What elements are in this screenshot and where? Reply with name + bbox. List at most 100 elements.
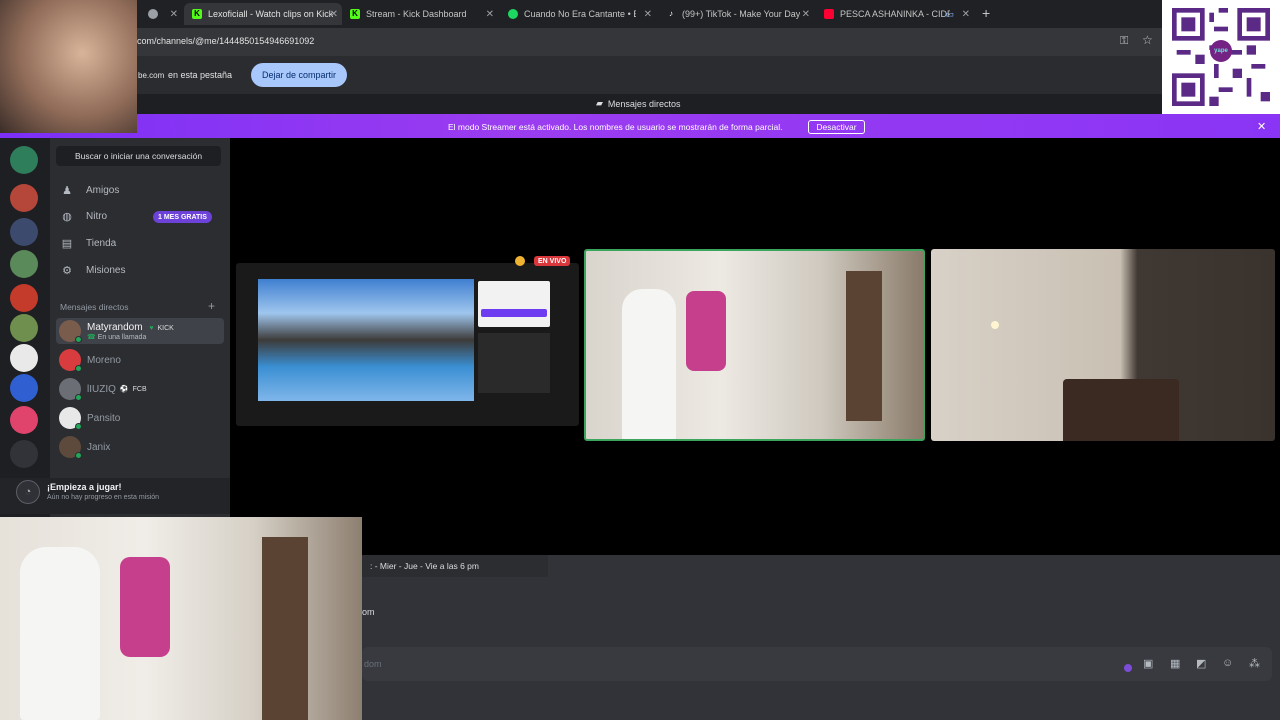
participant-figure: [622, 289, 676, 439]
dm-tag: KICK: [157, 324, 174, 332]
avatar: [59, 378, 82, 401]
light-spot: [991, 321, 999, 329]
message-composer[interactable]: [362, 647, 1272, 681]
dm-section-label: Mensajes directos: [60, 302, 129, 312]
server-icon[interactable]: [10, 146, 38, 174]
nav-label: Tienda: [86, 237, 117, 249]
tab-kick-dashboard[interactable]: K Stream - Kick Dashboard ✕: [342, 3, 498, 25]
kick-icon: K: [192, 9, 202, 19]
tab-close-icon[interactable]: ✕: [170, 9, 178, 20]
composer-placeholder: dom: [364, 659, 382, 669]
bookmark-star-icon[interactable]: ☆: [1142, 33, 1153, 47]
server-icon[interactable]: [10, 406, 38, 434]
new-tab-button[interactable]: +: [982, 5, 990, 21]
add-dm-icon[interactable]: +: [208, 299, 215, 313]
emoji-icon[interactable]: ☺: [1222, 657, 1233, 669]
tab-youtube[interactable]: PESCA ASHANINKA - CIDF ▭ ✕: [816, 3, 974, 25]
dm-item[interactable]: lIUZIQ ⚽ FCB: [56, 376, 224, 402]
password-key-icon[interactable]: ⚿: [1120, 35, 1128, 48]
avatar: [59, 436, 82, 459]
chair-shape: [1063, 379, 1179, 441]
dm-item[interactable]: Pansito: [56, 405, 224, 431]
apps-icon[interactable]: ⁂: [1249, 657, 1260, 670]
share-info-text: en esta pestaña: [168, 70, 233, 80]
quests-icon: ⚙: [62, 264, 72, 277]
streamer-mode-text: El modo Streamer está activado. Los nomb…: [448, 122, 783, 132]
gift-icon[interactable]: ▣: [1143, 657, 1153, 670]
typing-indicator-icon: [1124, 664, 1132, 672]
server-icon[interactable]: [10, 374, 38, 402]
tab-recording[interactable]: ✕: [140, 3, 182, 25]
quest-title: ¡Empieza a jugar!: [47, 482, 122, 492]
tab-title: (99+) TikTok - Make Your Day: [682, 9, 801, 19]
nav-friends[interactable]: ♟ Amigos: [56, 179, 224, 201]
bag-shape: [686, 291, 726, 371]
dm-item[interactable]: Moreno: [56, 347, 224, 373]
server-icon[interactable]: [10, 250, 38, 278]
tab-close-icon[interactable]: ✕: [962, 9, 970, 20]
nitro-free-badge: 1 MES GRATIS: [153, 211, 212, 223]
text-chat-area: [362, 555, 1280, 720]
friends-icon: ♟: [62, 184, 72, 197]
shared-panel-preview: [478, 281, 550, 327]
title-bar-text: Mensajes directos: [607, 98, 681, 109]
nav-quests[interactable]: ⚙ Misiones: [56, 259, 224, 281]
tab-title: PESCA ASHANINKA - CIDF: [840, 9, 950, 19]
close-icon[interactable]: ✕: [1257, 120, 1266, 133]
dm-item[interactable]: Matyrandom ♥ KICK ☎ En una llamada: [56, 318, 224, 344]
title-bar-label: ▰ Mensajes directos: [596, 98, 680, 109]
sticker-icon[interactable]: ◩: [1196, 657, 1206, 670]
participant-video[interactable]: [931, 249, 1275, 441]
nav-label: Amigos: [86, 184, 120, 196]
tab-spotify[interactable]: Cuando No Era Cantante • El B ✕: [500, 3, 656, 25]
search-conversation-button[interactable]: Buscar o iniciar una conversación: [56, 146, 221, 166]
live-badge: EN VIVO: [534, 256, 571, 266]
quest-progress-icon: ◔: [16, 480, 40, 504]
message-text: : - Mier - Jue - Vie a las 6 pm: [362, 555, 548, 577]
server-icon[interactable]: [10, 284, 38, 312]
kick-badge-icon: ♥: [149, 324, 154, 332]
tab-close-icon[interactable]: ✕: [330, 9, 338, 20]
server-icon[interactable]: [10, 314, 38, 342]
tab-tiktok[interactable]: ♪ (99+) TikTok - Make Your Day ✕: [658, 3, 814, 25]
tiktok-icon: ♪: [669, 9, 673, 18]
deactivate-streamer-button[interactable]: Desactivar: [808, 120, 865, 134]
fcb-badge-icon: ⚽: [119, 386, 129, 393]
tab-title: Cuando No Era Cantante • El B: [524, 9, 636, 19]
dm-name: Janix: [87, 441, 111, 453]
dm-name: Pansito: [87, 412, 121, 424]
screen-share-tile[interactable]: [236, 263, 579, 426]
server-icon[interactable]: [10, 218, 38, 246]
share-domain-text: be.com: [138, 71, 165, 80]
discord-icon: ▰: [596, 98, 603, 108]
dm-status: ☎ En una llamada: [87, 333, 147, 341]
dm-name: Matyrandom: [87, 321, 143, 333]
participant-video-speaking[interactable]: [584, 249, 925, 441]
message-text: om: [362, 607, 375, 617]
nav-label: Nitro: [86, 210, 108, 222]
nav-shop[interactable]: ▤ Tienda: [56, 232, 224, 254]
stop-sharing-button[interactable]: Dejar de compartir: [251, 63, 347, 87]
tab-title: Lexoficiall - Watch clips on Kick: [208, 9, 334, 19]
tab-title: Stream - Kick Dashboard: [366, 9, 467, 19]
server-icon[interactable]: [10, 440, 38, 468]
tab-close-icon[interactable]: ✕: [486, 9, 494, 20]
cast-icon: ▭: [945, 8, 954, 19]
spotify-icon: [508, 9, 518, 19]
tab-close-icon[interactable]: ✕: [802, 9, 810, 20]
shared-chat-preview: [478, 333, 550, 393]
gif-icon[interactable]: ▦: [1170, 657, 1180, 670]
tab-kick-clips[interactable]: K Lexoficiall - Watch clips on Kick ✕: [184, 3, 342, 25]
tab-close-icon[interactable]: ✕: [644, 9, 652, 20]
dm-item[interactable]: Janix: [56, 434, 224, 460]
server-icon[interactable]: [10, 184, 38, 212]
webcam-overlay-room: [0, 517, 362, 720]
url-text[interactable]: com/channels/@me/1444850154946691092: [137, 36, 314, 46]
nitro-icon: ◍: [62, 210, 72, 223]
server-icon[interactable]: [10, 344, 38, 372]
server-rail: [0, 138, 50, 518]
live-indicator-icon: [515, 256, 525, 266]
nav-label: Misiones: [86, 264, 126, 276]
yape-logo-icon: yape: [1210, 40, 1232, 62]
avatar: [59, 349, 82, 372]
